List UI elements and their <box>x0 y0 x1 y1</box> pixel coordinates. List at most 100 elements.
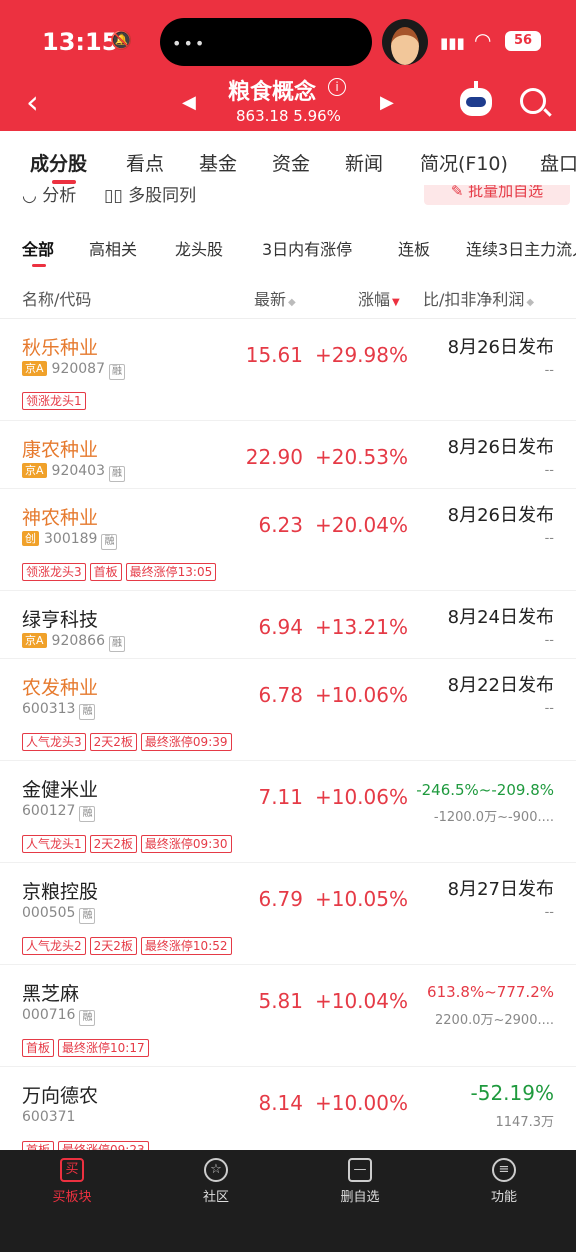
profit-amount: 1147.3万 <box>495 1115 555 1130</box>
stock-code-line: 京A 920403 融 <box>22 463 125 482</box>
table-row[interactable]: 黑芝麻 000716 融 5.81 +10.04% 613.8%~777.2% 2… <box>0 965 576 1067</box>
subtab-leaders[interactable]: 龙头股 <box>175 236 223 260</box>
page-title: 粮食概念 <box>228 80 317 105</box>
tag: 人气龙头3 <box>22 733 86 751</box>
info-icon[interactable]: i <box>328 78 346 96</box>
stock-code: 600127 <box>22 803 76 819</box>
search-icon[interactable] <box>520 88 546 114</box>
table-row[interactable]: 京粮控股 000505 融 6.79 +10.05% 8月27日发布 -- 人气龙… <box>0 863 576 965</box>
col-name: 名称/代码 <box>22 290 92 309</box>
report-sub: -- <box>544 633 554 648</box>
sort-icon: ◆ <box>288 297 296 308</box>
nav-functions[interactable]: ≡ 功能 <box>454 1158 554 1205</box>
sort-icon: ◆ <box>526 297 535 308</box>
back-icon[interactable]: ‹ <box>26 86 39 118</box>
table-row[interactable]: 农发种业 600313 融 6.78 +10.06% 8月22日发布 -- 人气龙… <box>0 659 576 761</box>
margin-badge: 融 <box>79 1010 96 1026</box>
stock-price: 6.79 <box>258 887 303 911</box>
tag: 最终涨停10:52 <box>140 937 232 955</box>
col-change-label: 涨幅 <box>358 290 391 309</box>
stock-name: 绿亨科技 <box>22 609 99 631</box>
signal-icon: ▮▮▮ <box>440 34 465 52</box>
report-status: 8月26日发布 <box>447 337 554 358</box>
tag: 2天2板 <box>89 835 137 853</box>
stock-name: 万向德农 <box>22 1085 99 1107</box>
table-row[interactable]: 康农种业 京A 920403 融 22.90 +20.53% 8月26日发布 -- <box>0 421 576 489</box>
tab-components[interactable]: 成分股 <box>30 149 87 176</box>
stock-code: 600371 <box>22 1109 76 1125</box>
avatar[interactable] <box>382 19 428 65</box>
analyze-label: 分析 <box>42 186 77 206</box>
robot-assistant-icon[interactable] <box>460 81 492 116</box>
tag: 2天2板 <box>89 733 137 751</box>
tab-f10[interactable]: 简况(F10) <box>420 149 508 176</box>
table-row[interactable]: 万向德农 600371 8.14 +10.00% -52.19% 1147.3万… <box>0 1067 576 1150</box>
tab-news[interactable]: 新闻 <box>345 149 383 176</box>
tab-funds[interactable]: 基金 <box>199 149 237 176</box>
stock-code-line: 000716 融 <box>22 1007 96 1026</box>
compare-button[interactable]: ▯▯ 多股同列 <box>104 185 196 206</box>
report-status: 8月27日发布 <box>447 879 554 900</box>
sort-desc-icon: ▼ <box>392 297 400 308</box>
batch-add-button[interactable]: ✎ 批量加自选 <box>424 185 570 205</box>
stock-change: +10.05% <box>314 887 408 911</box>
page: 13:15 🔕 ••• ▮▮▮ ◠ 56 ‹ ◀ 粮食概念 i ▶ 863.18… <box>0 0 576 1252</box>
subtab-high-corr[interactable]: 高相关 <box>89 236 137 260</box>
tag-list: 人气龙头1 2天2板 最终涨停09:30 <box>22 833 236 853</box>
tag: 最终涨停09:30 <box>140 835 232 853</box>
profit-forecast: -246.5%~-209.8% <box>416 781 554 799</box>
stock-code: 920087 <box>51 361 105 377</box>
subtab-limitup-3d[interactable]: 3日内有涨停 <box>262 236 352 260</box>
wifi-icon: ◠ <box>474 28 492 52</box>
stock-name: 农发种业 <box>22 677 99 699</box>
stock-code: 920403 <box>51 463 105 479</box>
table-row[interactable]: 秋乐种业 京A 920087 融 15.61 +29.98% 8月26日发布 -- … <box>0 319 576 421</box>
col-latest-label: 最新 <box>254 290 287 309</box>
nav-remove-watchlist[interactable]: — 删自选 <box>310 1158 410 1205</box>
stock-code-line: 000505 融 <box>22 905 96 924</box>
analyze-button[interactable]: ◡ 分析 <box>22 185 76 206</box>
subtab-mainflow-3d[interactable]: 连续3日主力流入 <box>466 236 576 260</box>
report-status: 8月24日发布 <box>447 607 554 628</box>
stock-code: 000505 <box>22 905 76 921</box>
table-row[interactable]: 金健米业 600127 融 7.11 +10.06% -246.5%~-209.8… <box>0 761 576 863</box>
tag: 人气龙头2 <box>22 937 86 955</box>
profit-forecast-amount: -1200.0万~-900.... <box>433 810 554 825</box>
subtab-consecutive[interactable]: 连板 <box>398 236 430 260</box>
header: 13:15 🔕 ••• ▮▮▮ ◠ 56 ‹ ◀ 粮食概念 i ▶ 863.18… <box>0 0 576 131</box>
table-row[interactable]: 绿亨科技 京A 920866 融 6.94 +13.21% 8月24日发布 -- <box>0 591 576 659</box>
stock-change: +29.98% <box>314 343 408 367</box>
tag: 领涨龙头1 <box>22 392 86 410</box>
tag-list: 人气龙头3 2天2板 最终涨停09:39 <box>22 731 236 751</box>
nav-community[interactable]: ☆ 社区 <box>166 1158 266 1205</box>
col-latest[interactable]: 最新 ◆ <box>254 286 296 310</box>
tag: 最终涨停09:39 <box>140 733 232 751</box>
nav-label: 功能 <box>490 1190 517 1205</box>
stock-code-line: 京A 920087 融 <box>22 361 125 380</box>
tab-underline <box>52 180 76 184</box>
tab-highlights[interactable]: 看点 <box>126 149 164 176</box>
report-sub: -- <box>544 463 554 478</box>
margin-badge: 融 <box>108 466 125 482</box>
col-change[interactable]: 涨幅 ▼ <box>358 286 400 310</box>
status-time: 13:15 <box>42 28 119 56</box>
stock-price: 5.81 <box>258 989 303 1013</box>
margin-badge: 融 <box>108 636 125 652</box>
report-sub: -- <box>544 531 554 546</box>
stock-code-line: 京A 920866 融 <box>22 633 125 652</box>
tab-orderbook[interactable]: 盘口 <box>540 149 576 176</box>
next-concept-icon[interactable]: ▶ <box>380 92 394 113</box>
tag: 最终涨停13:05 <box>125 563 217 581</box>
tab-capital[interactable]: 资金 <box>272 149 310 176</box>
stock-code: 300189 <box>44 531 98 547</box>
subtab-all[interactable]: 全部 <box>22 236 54 260</box>
prev-concept-icon[interactable]: ◀ <box>182 92 196 113</box>
stock-name: 黑芝麻 <box>22 983 80 1005</box>
col-ratio[interactable]: 比/扣非净利润 ◆ <box>423 286 534 310</box>
margin-badge: 融 <box>79 806 96 822</box>
community-icon: ☆ <box>204 1158 228 1182</box>
table-row[interactable]: 神农种业 创 300189 融 6.23 +20.04% 8月26日发布 -- 领涨… <box>0 489 576 591</box>
market-badge: 京A <box>22 633 47 648</box>
stock-change: +20.53% <box>314 445 408 469</box>
nav-buy-sector[interactable]: 买 买板块 <box>22 1158 122 1205</box>
